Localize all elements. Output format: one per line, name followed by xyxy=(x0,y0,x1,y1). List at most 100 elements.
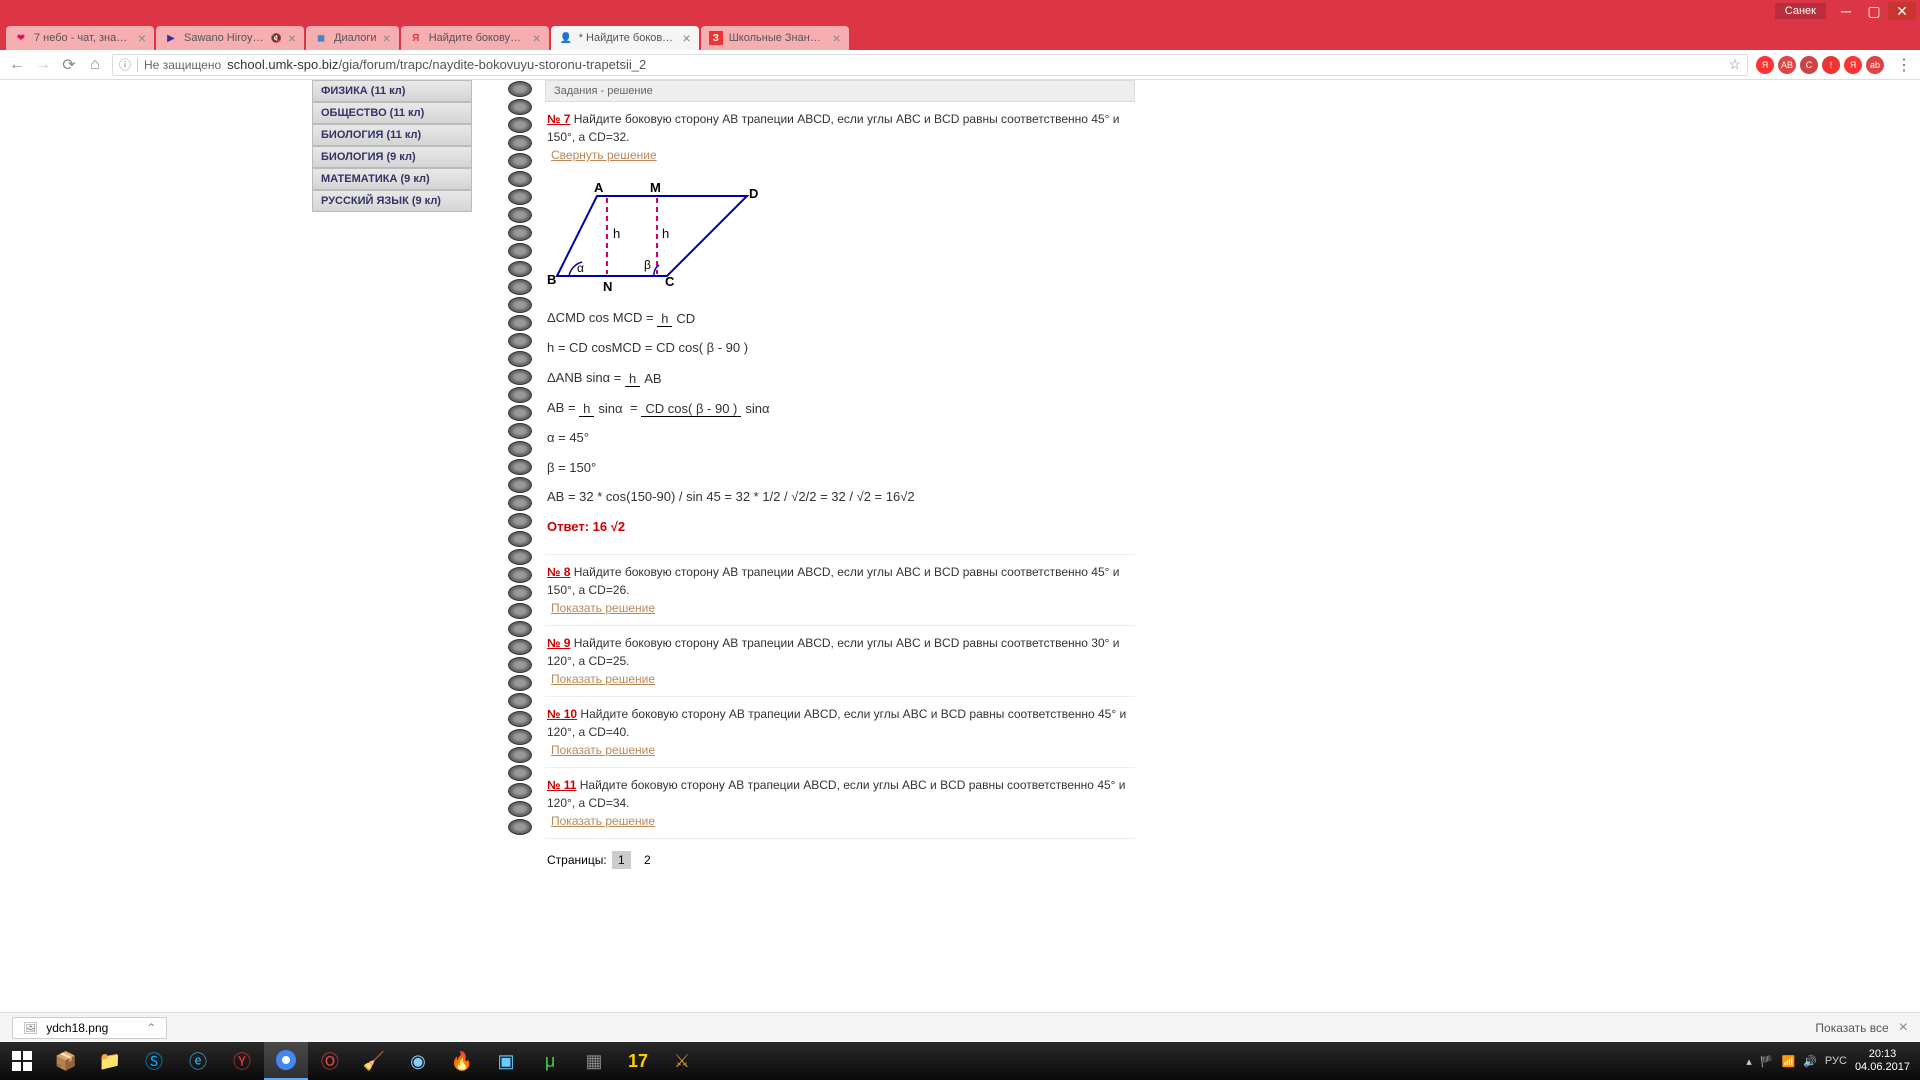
svg-text:β: β xyxy=(644,258,651,272)
secure-label: Не защищено xyxy=(137,58,221,72)
ext-red-icon[interactable]: ! xyxy=(1822,56,1840,74)
tab-4[interactable]: 👤* Найдите боковую сто× xyxy=(551,26,699,50)
solution-line: AB = hsinα = CD cos( β - 90 )sinα xyxy=(547,398,1133,418)
task-office[interactable]: 📦 xyxy=(44,1042,88,1080)
problem-text: Найдите боковую сторону AB трапеции ABCD… xyxy=(547,778,1126,810)
toggle-solution-link[interactable]: Показать решение xyxy=(551,743,655,757)
tab-5[interactable]: ЗШкольные Знания.com× xyxy=(701,26,849,50)
close-icon[interactable]: × xyxy=(833,30,841,46)
svg-text:h: h xyxy=(662,226,669,241)
ext-y2-icon[interactable]: Я xyxy=(1844,56,1862,74)
download-item[interactable]: 🖼 ydch18.png ⌃ xyxy=(12,1017,167,1039)
task-fifa[interactable]: 17 xyxy=(616,1042,660,1080)
task-lol[interactable]: ⚔ xyxy=(660,1042,704,1080)
start-button[interactable] xyxy=(0,1042,44,1080)
task-skype[interactable]: Ⓢ xyxy=(132,1042,176,1080)
tab-2[interactable]: ◼Диалоги× xyxy=(306,26,399,50)
task-yandex[interactable]: Ⓨ xyxy=(220,1042,264,1080)
task-opera[interactable]: Ⓞ xyxy=(308,1042,352,1080)
ext-circle-icon[interactable]: C xyxy=(1800,56,1818,74)
url-input[interactable]: ⓘ Не защищено school.umk-spo.biz/gia/for… xyxy=(112,54,1748,76)
svg-text:C: C xyxy=(665,274,675,289)
task-chrome[interactable] xyxy=(264,1042,308,1080)
chevron-up-icon[interactable]: ⌃ xyxy=(146,1021,156,1035)
problem-num-link[interactable]: № 11 xyxy=(547,778,576,792)
task-gimp[interactable]: ▦ xyxy=(572,1042,616,1080)
pagination-label: Страницы: xyxy=(547,853,607,867)
sidebar-item[interactable]: БИОЛОГИЯ (9 кл) xyxy=(312,146,472,168)
solution-line: ΔCMD cos MCD = hCD xyxy=(547,308,1133,328)
info-icon[interactable]: ⓘ xyxy=(119,56,131,73)
pagination: Страницы: 1 2 xyxy=(547,851,1133,869)
close-icon[interactable]: × xyxy=(683,30,691,46)
solution-line: α = 45° xyxy=(547,428,1133,448)
url-text: school.umk-spo.biz/gia/forum/trapc/naydi… xyxy=(227,57,1722,72)
minimize-button[interactable]: ─ xyxy=(1832,2,1860,20)
address-bar: ← → ⟳ ⌂ ⓘ Не защищено school.umk-spo.biz… xyxy=(0,50,1920,80)
tab-1[interactable]: ▶Sawano Hiroyuki & B🔇× xyxy=(156,26,304,50)
page-viewport: ФИЗИКА (11 кл) ОБЩЕСТВО (11 кл) БИОЛОГИЯ… xyxy=(0,80,1920,1042)
windows-taskbar: 📦 📁 Ⓢ ⓔ Ⓨ Ⓞ 🧹 ◉ 🔥 ▣ μ ▦ 17 ⚔ ▴ 🏴 📶 🔊 РУС… xyxy=(0,1042,1920,1080)
tray-network-icon[interactable]: 📶 xyxy=(1782,1055,1796,1068)
forward-button[interactable]: → xyxy=(34,56,52,74)
close-icon[interactable]: × xyxy=(1899,1019,1908,1037)
svg-text:h: h xyxy=(613,226,620,241)
task-steam[interactable]: ◉ xyxy=(396,1042,440,1080)
sidebar-item[interactable]: РУССКИЙ ЯЗЫК (9 кл) xyxy=(312,190,472,212)
sidebar-item[interactable]: БИОЛОГИЯ (11 кл) xyxy=(312,124,472,146)
toggle-solution-link[interactable]: Свернуть решение xyxy=(551,148,657,162)
system-tray: ▴ 🏴 📶 🔊 РУС 20:13 04.06.2017 xyxy=(1736,1048,1920,1074)
toggle-solution-link[interactable]: Показать решение xyxy=(551,672,655,686)
svg-text:A: A xyxy=(594,180,604,195)
problem-num-link[interactable]: № 7 xyxy=(547,112,570,126)
page-1[interactable]: 1 xyxy=(612,851,631,869)
subject-sidebar: ФИЗИКА (11 кл) ОБЩЕСТВО (11 кл) БИОЛОГИЯ… xyxy=(312,80,472,212)
page-2[interactable]: 2 xyxy=(638,851,657,869)
task-utorrent[interactable]: μ xyxy=(528,1042,572,1080)
task-terminal[interactable]: ▣ xyxy=(484,1042,528,1080)
show-all-downloads[interactable]: Показать все xyxy=(1815,1021,1888,1035)
close-icon[interactable]: × xyxy=(533,30,541,46)
solution-line: ΔANB sinα = hAB xyxy=(547,368,1133,388)
solution-line: h = CD cosMCD = CD cos( β - 90 ) xyxy=(547,338,1133,358)
reload-button[interactable]: ⟳ xyxy=(60,55,78,75)
tray-clock[interactable]: 20:13 04.06.2017 xyxy=(1855,1048,1910,1074)
problem-text: Найдите боковую сторону AB трапеции ABCD… xyxy=(547,565,1119,597)
tab-3[interactable]: ЯНайдите боковую стор× xyxy=(401,26,549,50)
ext-yandex-icon[interactable]: Я xyxy=(1756,56,1774,74)
sidebar-item[interactable]: ОБЩЕСТВО (11 кл) xyxy=(312,102,472,124)
sidebar-item[interactable]: ФИЗИКА (11 кл) xyxy=(312,80,472,102)
user-badge[interactable]: Санек xyxy=(1775,3,1826,19)
task-ie[interactable]: ⓔ xyxy=(176,1042,220,1080)
problem-num-link[interactable]: № 9 xyxy=(547,636,570,650)
close-icon[interactable]: × xyxy=(383,30,391,46)
download-filename: ydch18.png xyxy=(46,1021,108,1035)
problem-10: № 10 Найдите боковую сторону AB трапеции… xyxy=(545,697,1135,768)
problem-num-link[interactable]: № 10 xyxy=(547,707,577,721)
problem-text: Найдите боковую сторону AB трапеции ABCD… xyxy=(547,707,1126,739)
task-firefox[interactable]: 🔥 xyxy=(440,1042,484,1080)
window-titlebar: Санек ─ ▢ ✕ xyxy=(0,0,1920,22)
problem-num-link[interactable]: № 8 xyxy=(547,565,570,579)
toggle-solution-link[interactable]: Показать решение xyxy=(551,601,655,615)
task-ccleaner[interactable]: 🧹 xyxy=(352,1042,396,1080)
bookmark-star-icon[interactable]: ☆ xyxy=(1728,56,1741,73)
tab-0[interactable]: ❤7 небо - чат, знакомств× xyxy=(6,26,154,50)
toggle-solution-link[interactable]: Показать решение xyxy=(551,814,655,828)
maximize-button[interactable]: ▢ xyxy=(1860,2,1888,20)
tray-volume-icon[interactable]: 🔊 xyxy=(1803,1055,1817,1068)
spiral-binding xyxy=(508,80,538,1042)
back-button[interactable]: ← xyxy=(8,56,26,74)
close-button[interactable]: ✕ xyxy=(1888,2,1916,20)
close-icon[interactable]: × xyxy=(288,30,296,46)
ext-a2-icon[interactable]: ab xyxy=(1866,56,1884,74)
ext-adblock-icon[interactable]: AB xyxy=(1778,56,1796,74)
tray-lang[interactable]: РУС xyxy=(1825,1055,1847,1067)
tray-flag-icon[interactable]: 🏴 xyxy=(1760,1055,1774,1068)
home-button[interactable]: ⌂ xyxy=(86,56,104,74)
tray-chevron-icon[interactable]: ▴ xyxy=(1746,1055,1752,1068)
sidebar-item[interactable]: МАТЕМАТИКА (9 кл) xyxy=(312,168,472,190)
close-icon[interactable]: × xyxy=(138,30,146,46)
menu-icon[interactable]: ⋮ xyxy=(1896,55,1912,75)
task-explorer[interactable]: 📁 xyxy=(88,1042,132,1080)
